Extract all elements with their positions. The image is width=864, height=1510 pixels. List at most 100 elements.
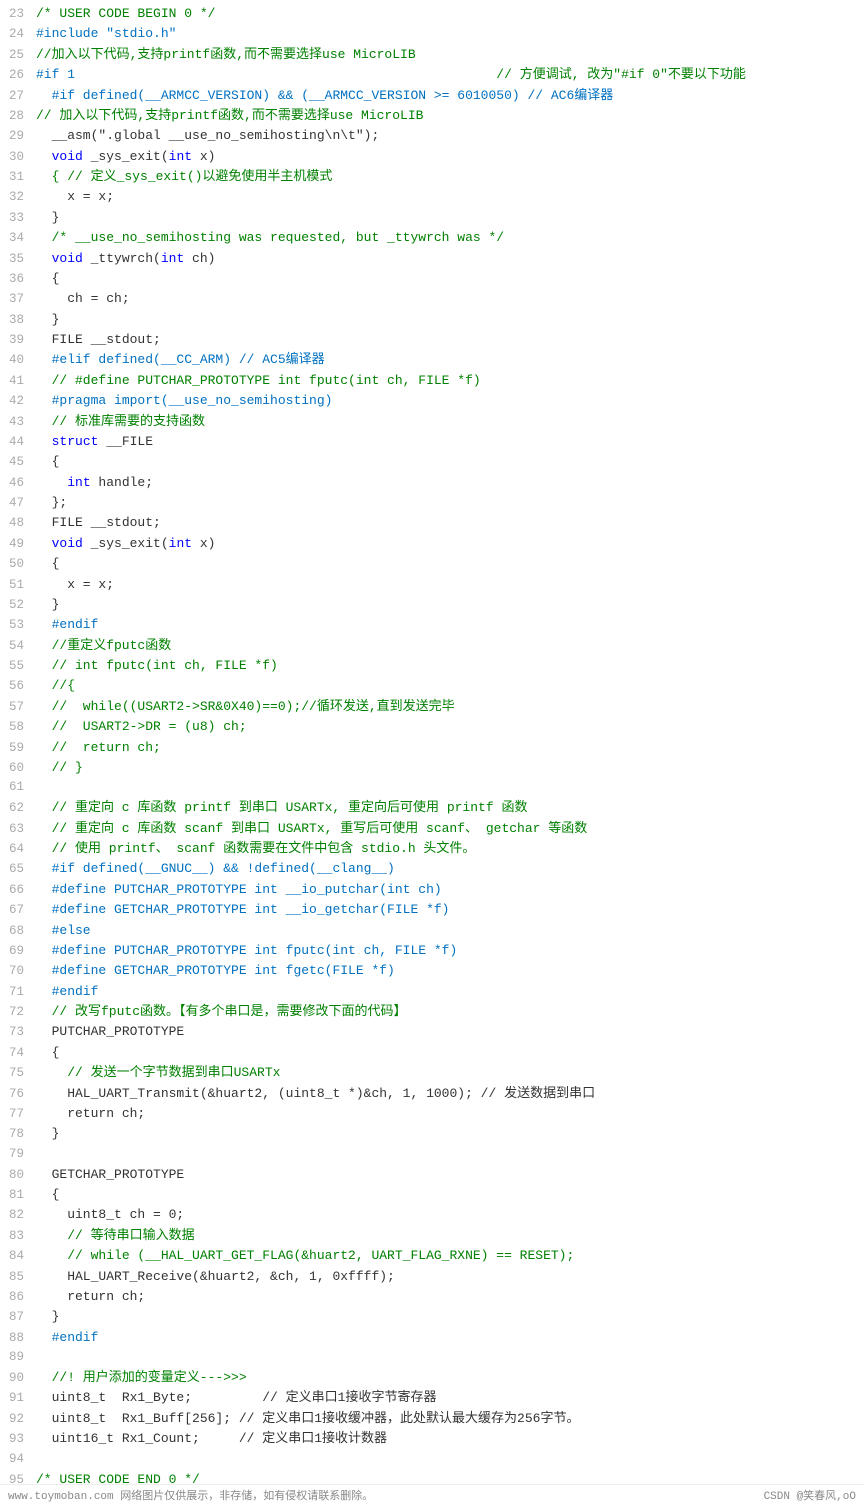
code-line: 77 return ch; xyxy=(0,1104,864,1124)
code-line: 94 xyxy=(0,1450,864,1470)
line-number: 41 xyxy=(0,372,36,391)
line-number: 28 xyxy=(0,107,36,126)
line-content: /* __use_no_semihosting was requested, b… xyxy=(36,228,856,248)
line-content: #else xyxy=(36,921,856,941)
line-content: //! 用户添加的变量定义--->>> xyxy=(36,1368,856,1388)
line-content: uint8_t Rx1_Buff[256]; // 定义串口1接收缓冲器，此处默… xyxy=(36,1409,856,1429)
line-content: uint16_t Rx1_Count; // 定义串口1接收计数器 xyxy=(36,1429,856,1449)
code-line: 69 #define PUTCHAR_PROTOTYPE int fputc(i… xyxy=(0,941,864,961)
line-number: 36 xyxy=(0,270,36,289)
code-line: 53 #endif xyxy=(0,615,864,635)
line-content: // 发送一个字节数据到串口USARTx xyxy=(36,1063,856,1083)
line-number: 25 xyxy=(0,46,36,65)
line-number: 94 xyxy=(0,1450,36,1469)
code-line: 27 #if defined(__ARMCC_VERSION) && (__AR… xyxy=(0,86,864,106)
line-number: 58 xyxy=(0,718,36,737)
line-content: // 重定向 c 库函数 scanf 到串口 USARTx, 重写后可使用 sc… xyxy=(36,819,856,839)
line-number: 54 xyxy=(0,637,36,656)
code-container: 23/* USER CODE BEGIN 0 */24#include "std… xyxy=(0,0,864,1510)
code-line: 70 #define GETCHAR_PROTOTYPE int fgetc(F… xyxy=(0,961,864,981)
code-line: 65 #if defined(__GNUC__) && !defined(__c… xyxy=(0,859,864,879)
line-number: 24 xyxy=(0,25,36,44)
line-number: 88 xyxy=(0,1329,36,1348)
code-line: 63 // 重定向 c 库函数 scanf 到串口 USARTx, 重写后可使用… xyxy=(0,819,864,839)
line-content: { xyxy=(36,269,856,289)
code-line: 67 #define GETCHAR_PROTOTYPE int __io_ge… xyxy=(0,900,864,920)
code-line: 93 uint16_t Rx1_Count; // 定义串口1接收计数器 xyxy=(0,1429,864,1449)
line-number: 56 xyxy=(0,677,36,696)
line-number: 23 xyxy=(0,5,36,24)
watermark-right: CSDN @笑春风,oO xyxy=(764,1489,856,1506)
code-line: 56 //{ xyxy=(0,676,864,696)
line-content: } xyxy=(36,208,856,228)
code-line: 30 void _sys_exit(int x) xyxy=(0,147,864,167)
code-line: 41 // #define PUTCHAR_PROTOTYPE int fput… xyxy=(0,371,864,391)
line-number: 85 xyxy=(0,1268,36,1287)
line-number: 63 xyxy=(0,820,36,839)
line-content: HAL_UART_Transmit(&huart2, (uint8_t *)&c… xyxy=(36,1084,856,1104)
code-line: 85 HAL_UART_Receive(&huart2, &ch, 1, 0xf… xyxy=(0,1267,864,1287)
line-number: 89 xyxy=(0,1348,36,1367)
line-number: 77 xyxy=(0,1105,36,1124)
code-line: 35 void _ttywrch(int ch) xyxy=(0,249,864,269)
line-content: // while((USART2->SR&0X40)==0);//循环发送,直到… xyxy=(36,697,856,717)
line-number: 80 xyxy=(0,1166,36,1185)
code-line: 84 // while (__HAL_UART_GET_FLAG(&huart2… xyxy=(0,1246,864,1266)
line-content: FILE __stdout; xyxy=(36,330,856,350)
line-number: 66 xyxy=(0,881,36,900)
line-number: 29 xyxy=(0,127,36,146)
code-line: 46 int handle; xyxy=(0,473,864,493)
code-line: 29 __asm(".global __use_no_semihosting\n… xyxy=(0,126,864,146)
code-line: 39 FILE __stdout; xyxy=(0,330,864,350)
line-number: 33 xyxy=(0,209,36,228)
line-content: #define GETCHAR_PROTOTYPE int fgetc(FILE… xyxy=(36,961,856,981)
line-number: 44 xyxy=(0,433,36,452)
line-number: 59 xyxy=(0,739,36,758)
code-line: 79 xyxy=(0,1145,864,1165)
code-line: 38 } xyxy=(0,310,864,330)
line-number: 35 xyxy=(0,250,36,269)
line-content: #define GETCHAR_PROTOTYPE int __io_getch… xyxy=(36,900,856,920)
code-line: 71 #endif xyxy=(0,982,864,1002)
code-line: 80 GETCHAR_PROTOTYPE xyxy=(0,1165,864,1185)
line-content: { xyxy=(36,452,856,472)
line-content: #define PUTCHAR_PROTOTYPE int fputc(int … xyxy=(36,941,856,961)
line-number: 49 xyxy=(0,535,36,554)
line-content: uint8_t ch = 0; xyxy=(36,1205,856,1225)
line-number: 64 xyxy=(0,840,36,859)
line-number: 82 xyxy=(0,1206,36,1225)
line-content: return ch; xyxy=(36,1287,856,1307)
code-line: 52 } xyxy=(0,595,864,615)
line-content: // return ch; xyxy=(36,738,856,758)
code-line: 59 // return ch; xyxy=(0,738,864,758)
line-content: { xyxy=(36,1185,856,1205)
line-number: 74 xyxy=(0,1044,36,1063)
line-number: 31 xyxy=(0,168,36,187)
line-content: #if 1 // 方便调试, 改为"#if 0"不要以下功能 xyxy=(36,65,856,85)
line-content: HAL_UART_Receive(&huart2, &ch, 1, 0xffff… xyxy=(36,1267,856,1287)
line-content: // #define PUTCHAR_PROTOTYPE int fputc(i… xyxy=(36,371,856,391)
line-content: //重定义fputc函数 xyxy=(36,636,856,656)
code-line: 23/* USER CODE BEGIN 0 */ xyxy=(0,4,864,24)
line-number: 39 xyxy=(0,331,36,350)
line-content: GETCHAR_PROTOTYPE xyxy=(36,1165,856,1185)
line-content: } xyxy=(36,1124,856,1144)
line-number: 46 xyxy=(0,474,36,493)
line-content: }; xyxy=(36,493,856,513)
line-number: 52 xyxy=(0,596,36,615)
line-content: { // 定义_sys_exit()以避免使用半主机模式 xyxy=(36,167,856,187)
line-number: 37 xyxy=(0,290,36,309)
code-line: 64 // 使用 printf、 scanf 函数需要在文件中包含 stdio.… xyxy=(0,839,864,859)
line-number: 81 xyxy=(0,1186,36,1205)
line-number: 75 xyxy=(0,1064,36,1083)
code-line: 60 // } xyxy=(0,758,864,778)
code-line: 61 xyxy=(0,778,864,798)
line-number: 26 xyxy=(0,66,36,85)
code-line: 88 #endif xyxy=(0,1328,864,1348)
code-line: 72 // 改写fputc函数。【有多个串口是，需要修改下面的代码】 xyxy=(0,1002,864,1022)
line-number: 53 xyxy=(0,616,36,635)
code-line: 36 { xyxy=(0,269,864,289)
line-content: #endif xyxy=(36,982,856,1002)
line-number: 48 xyxy=(0,514,36,533)
code-line: 73 PUTCHAR_PROTOTYPE xyxy=(0,1022,864,1042)
